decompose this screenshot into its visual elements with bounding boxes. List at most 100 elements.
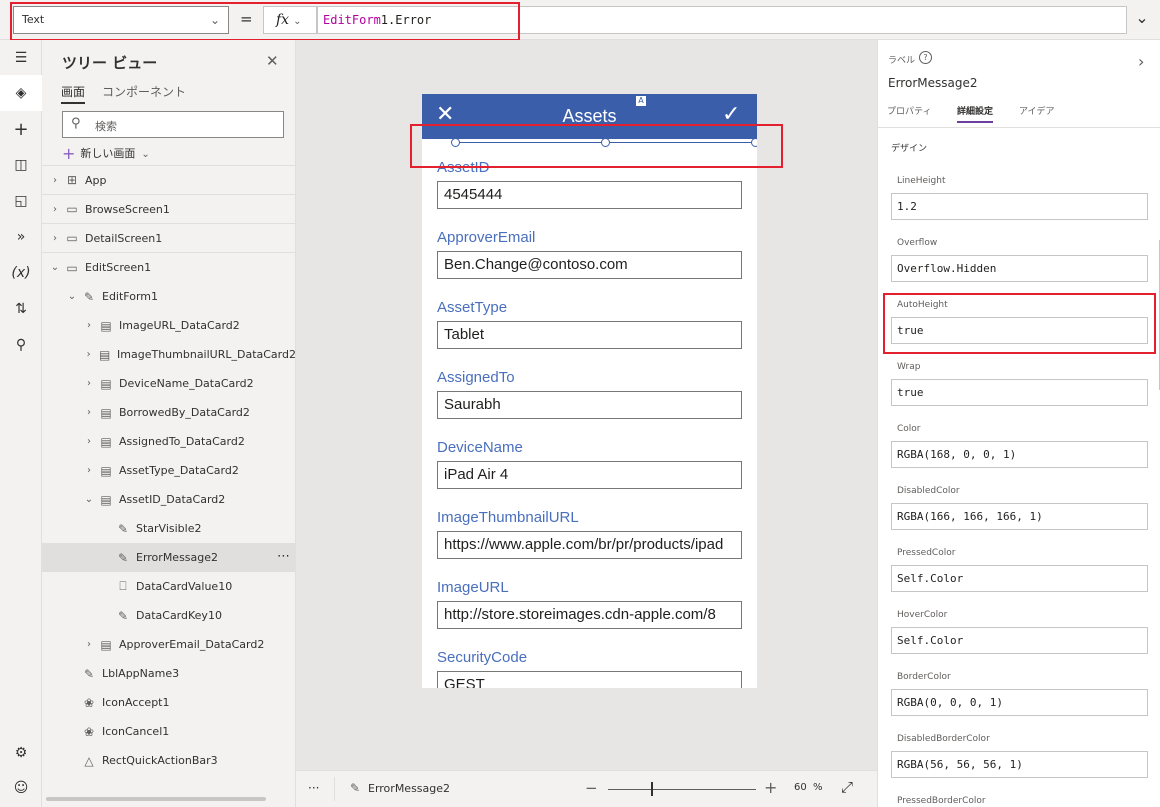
tree-item[interactable]: › ▤ AssetType_DataCard2: [42, 456, 296, 485]
field-input[interactable]: GEST: [437, 671, 742, 688]
tree-item-label: BrowseScreen1: [85, 202, 170, 216]
zoom-slider-thumb[interactable]: [651, 782, 654, 796]
chevron-right-icon[interactable]: ›: [48, 233, 62, 244]
tree-view-panel: ツリー ビュー ✕ 画面 コンポーネント ⚲ 検索 + 新しい画面 ⌄ › ⊞ App ›…: [42, 40, 296, 807]
tree-item[interactable]: △ RectQuickActionBar3: [42, 746, 296, 775]
more-options-icon[interactable]: ···: [308, 781, 319, 795]
new-screen-label: 新しい画面: [80, 147, 136, 160]
chevron-right-icon[interactable]: ›: [48, 175, 62, 186]
chevron-right-icon[interactable]: ›: [82, 378, 96, 389]
card-icon: ▤: [100, 492, 112, 507]
tree-horizontal-scrollbar[interactable]: [46, 797, 266, 801]
media-icon[interactable]: ◱: [0, 183, 42, 219]
tree-item[interactable]: ❀ IconCancel1: [42, 717, 296, 746]
virtual-agent-icon[interactable]: ☺: [0, 770, 42, 806]
tree-item[interactable]: ⎕ DataCardValue10: [42, 572, 296, 601]
tree-item-label: App: [85, 173, 107, 187]
insert-plus-icon[interactable]: +: [0, 111, 42, 147]
field-label: DeviceName: [437, 439, 523, 456]
property-name: BorderColor: [897, 672, 951, 682]
chevron-right-icon[interactable]: ›: [48, 204, 62, 215]
settings-gear-icon[interactable]: ⚙: [0, 735, 42, 771]
fullscreen-icon[interactable]: ⤢: [841, 778, 853, 796]
zoom-out-button[interactable]: −: [585, 779, 598, 797]
power-automate-icon[interactable]: »: [0, 219, 42, 255]
close-icon[interactable]: ✕: [266, 52, 279, 70]
new-screen-button[interactable]: + 新しい画面 ⌄: [62, 144, 150, 163]
tree-item[interactable]: › ▤ BorrowedBy_DataCard2: [42, 398, 296, 427]
tab-properties[interactable]: プロパティ: [887, 104, 931, 117]
help-icon[interactable]: ?: [919, 51, 932, 64]
chevron-right-icon[interactable]: ›: [82, 639, 96, 650]
tab-screens[interactable]: 画面: [61, 83, 86, 104]
field-input[interactable]: http://store.storeimages.cdn-apple.com/8: [437, 601, 742, 629]
tree-item[interactable]: › ▤ AssignedTo_DataCard2: [42, 427, 296, 456]
property-value-input[interactable]: RGBA(56, 56, 56, 1): [891, 751, 1148, 778]
hamburger-menu-icon[interactable]: ☰: [0, 40, 42, 76]
tree-view-layers-icon[interactable]: ◈: [0, 75, 42, 111]
field-input[interactable]: Saurabh: [437, 391, 742, 419]
property-value-input[interactable]: 1.2: [891, 193, 1148, 220]
chevron-down-icon[interactable]: ⌄: [82, 494, 96, 505]
chevron-right-icon[interactable]: ›: [82, 349, 95, 360]
tree-item-label: StarVisible2: [136, 522, 202, 535]
advanced-tools-icon[interactable]: ⇅: [0, 291, 42, 327]
expand-formula-icon[interactable]: ⌄: [1130, 8, 1154, 32]
field-label: SecurityCode: [437, 649, 528, 666]
property-value-input[interactable]: RGBA(168, 0, 0, 1): [891, 441, 1148, 468]
field-input[interactable]: https://www.apple.com/br/pr/products/ipa…: [437, 531, 742, 559]
tree-item[interactable]: › ▤ ApproverEmail_DataCard2: [42, 630, 296, 659]
tree-item-label: EditScreen1: [85, 261, 152, 274]
field-input[interactable]: Tablet: [437, 321, 742, 349]
card-icon: ▤: [100, 318, 112, 333]
tree-item[interactable]: ⌄ ▭ EditScreen1: [42, 253, 296, 282]
zoom-slider[interactable]: [608, 789, 756, 790]
selected-control-name[interactable]: ErrorMessage2: [368, 782, 450, 795]
tree-item[interactable]: › ▭ DetailScreen1: [42, 224, 296, 253]
tree-item[interactable]: › ▤ ImageURL_DataCard2: [42, 311, 296, 340]
tree-item[interactable]: ✎ StarVisible2: [42, 514, 296, 543]
tree-item[interactable]: ⌄ ▤ AssetID_DataCard2: [42, 485, 296, 514]
chevron-right-icon[interactable]: ›: [1138, 52, 1144, 71]
tree-item[interactable]: ✎ LblAppName3: [42, 659, 296, 688]
property-value-input[interactable]: Self.Color: [891, 565, 1148, 592]
property-value-input[interactable]: RGBA(0, 0, 0, 1): [891, 689, 1148, 716]
variables-icon[interactable]: (x): [0, 255, 42, 291]
tree-item[interactable]: ✎ ErrorMessage2 ⋯: [42, 543, 296, 572]
tree-item[interactable]: ✎ DataCardKey10: [42, 601, 296, 630]
chevron-down-icon[interactable]: ⌄: [65, 291, 79, 302]
tree-item[interactable]: › ⊞ App: [42, 166, 296, 195]
tree-search-input[interactable]: ⚲ 検索: [62, 111, 284, 138]
search-icon[interactable]: ⚲: [0, 327, 42, 363]
tab-ideas[interactable]: アイデア: [1019, 104, 1055, 117]
field-label: AssignedTo: [437, 369, 515, 386]
chevron-down-icon[interactable]: ⌄: [48, 262, 62, 273]
field-input[interactable]: Ben.Change@contoso.com: [437, 251, 742, 279]
control-name[interactable]: ErrorMessage2: [888, 76, 977, 90]
field-input[interactable]: iPad Air 4: [437, 461, 742, 489]
property-value-input[interactable]: RGBA(166, 166, 166, 1): [891, 503, 1148, 530]
field-input[interactable]: 4545444: [437, 181, 742, 209]
tree-item[interactable]: ⌄ ✎ EditForm1: [42, 282, 296, 311]
tree-item[interactable]: › ▭ BrowseScreen1: [42, 195, 296, 224]
property-value-input[interactable]: true: [891, 379, 1148, 406]
tree-item[interactable]: ❀ IconAccept1: [42, 688, 296, 717]
tree-item[interactable]: › ▤ ImageThumbnailURL_DataCard2: [42, 340, 296, 369]
data-cylinder-icon[interactable]: ◫: [0, 147, 42, 183]
plus-icon: +: [62, 144, 76, 163]
card-icon: ▤: [100, 405, 112, 420]
screen-icon: ▭: [66, 260, 78, 275]
chevron-right-icon[interactable]: ›: [82, 407, 96, 418]
property-value-input[interactable]: Overflow.Hidden: [891, 255, 1148, 282]
more-options-icon[interactable]: ⋯: [277, 549, 290, 564]
zoom-value: 60: [794, 782, 807, 793]
status-bar: ··· ✎ ErrorMessage2 − + 60 % ⤢: [296, 770, 877, 807]
chevron-right-icon[interactable]: ›: [82, 436, 96, 447]
chevron-right-icon[interactable]: ›: [82, 465, 96, 476]
tab-components[interactable]: コンポーネント: [102, 83, 186, 100]
property-value-input[interactable]: Self.Color: [891, 627, 1148, 654]
tab-advanced[interactable]: 詳細設定: [957, 104, 994, 123]
chevron-right-icon[interactable]: ›: [82, 320, 96, 331]
zoom-in-button[interactable]: +: [764, 778, 777, 797]
tree-item[interactable]: › ▤ DeviceName_DataCard2: [42, 369, 296, 398]
